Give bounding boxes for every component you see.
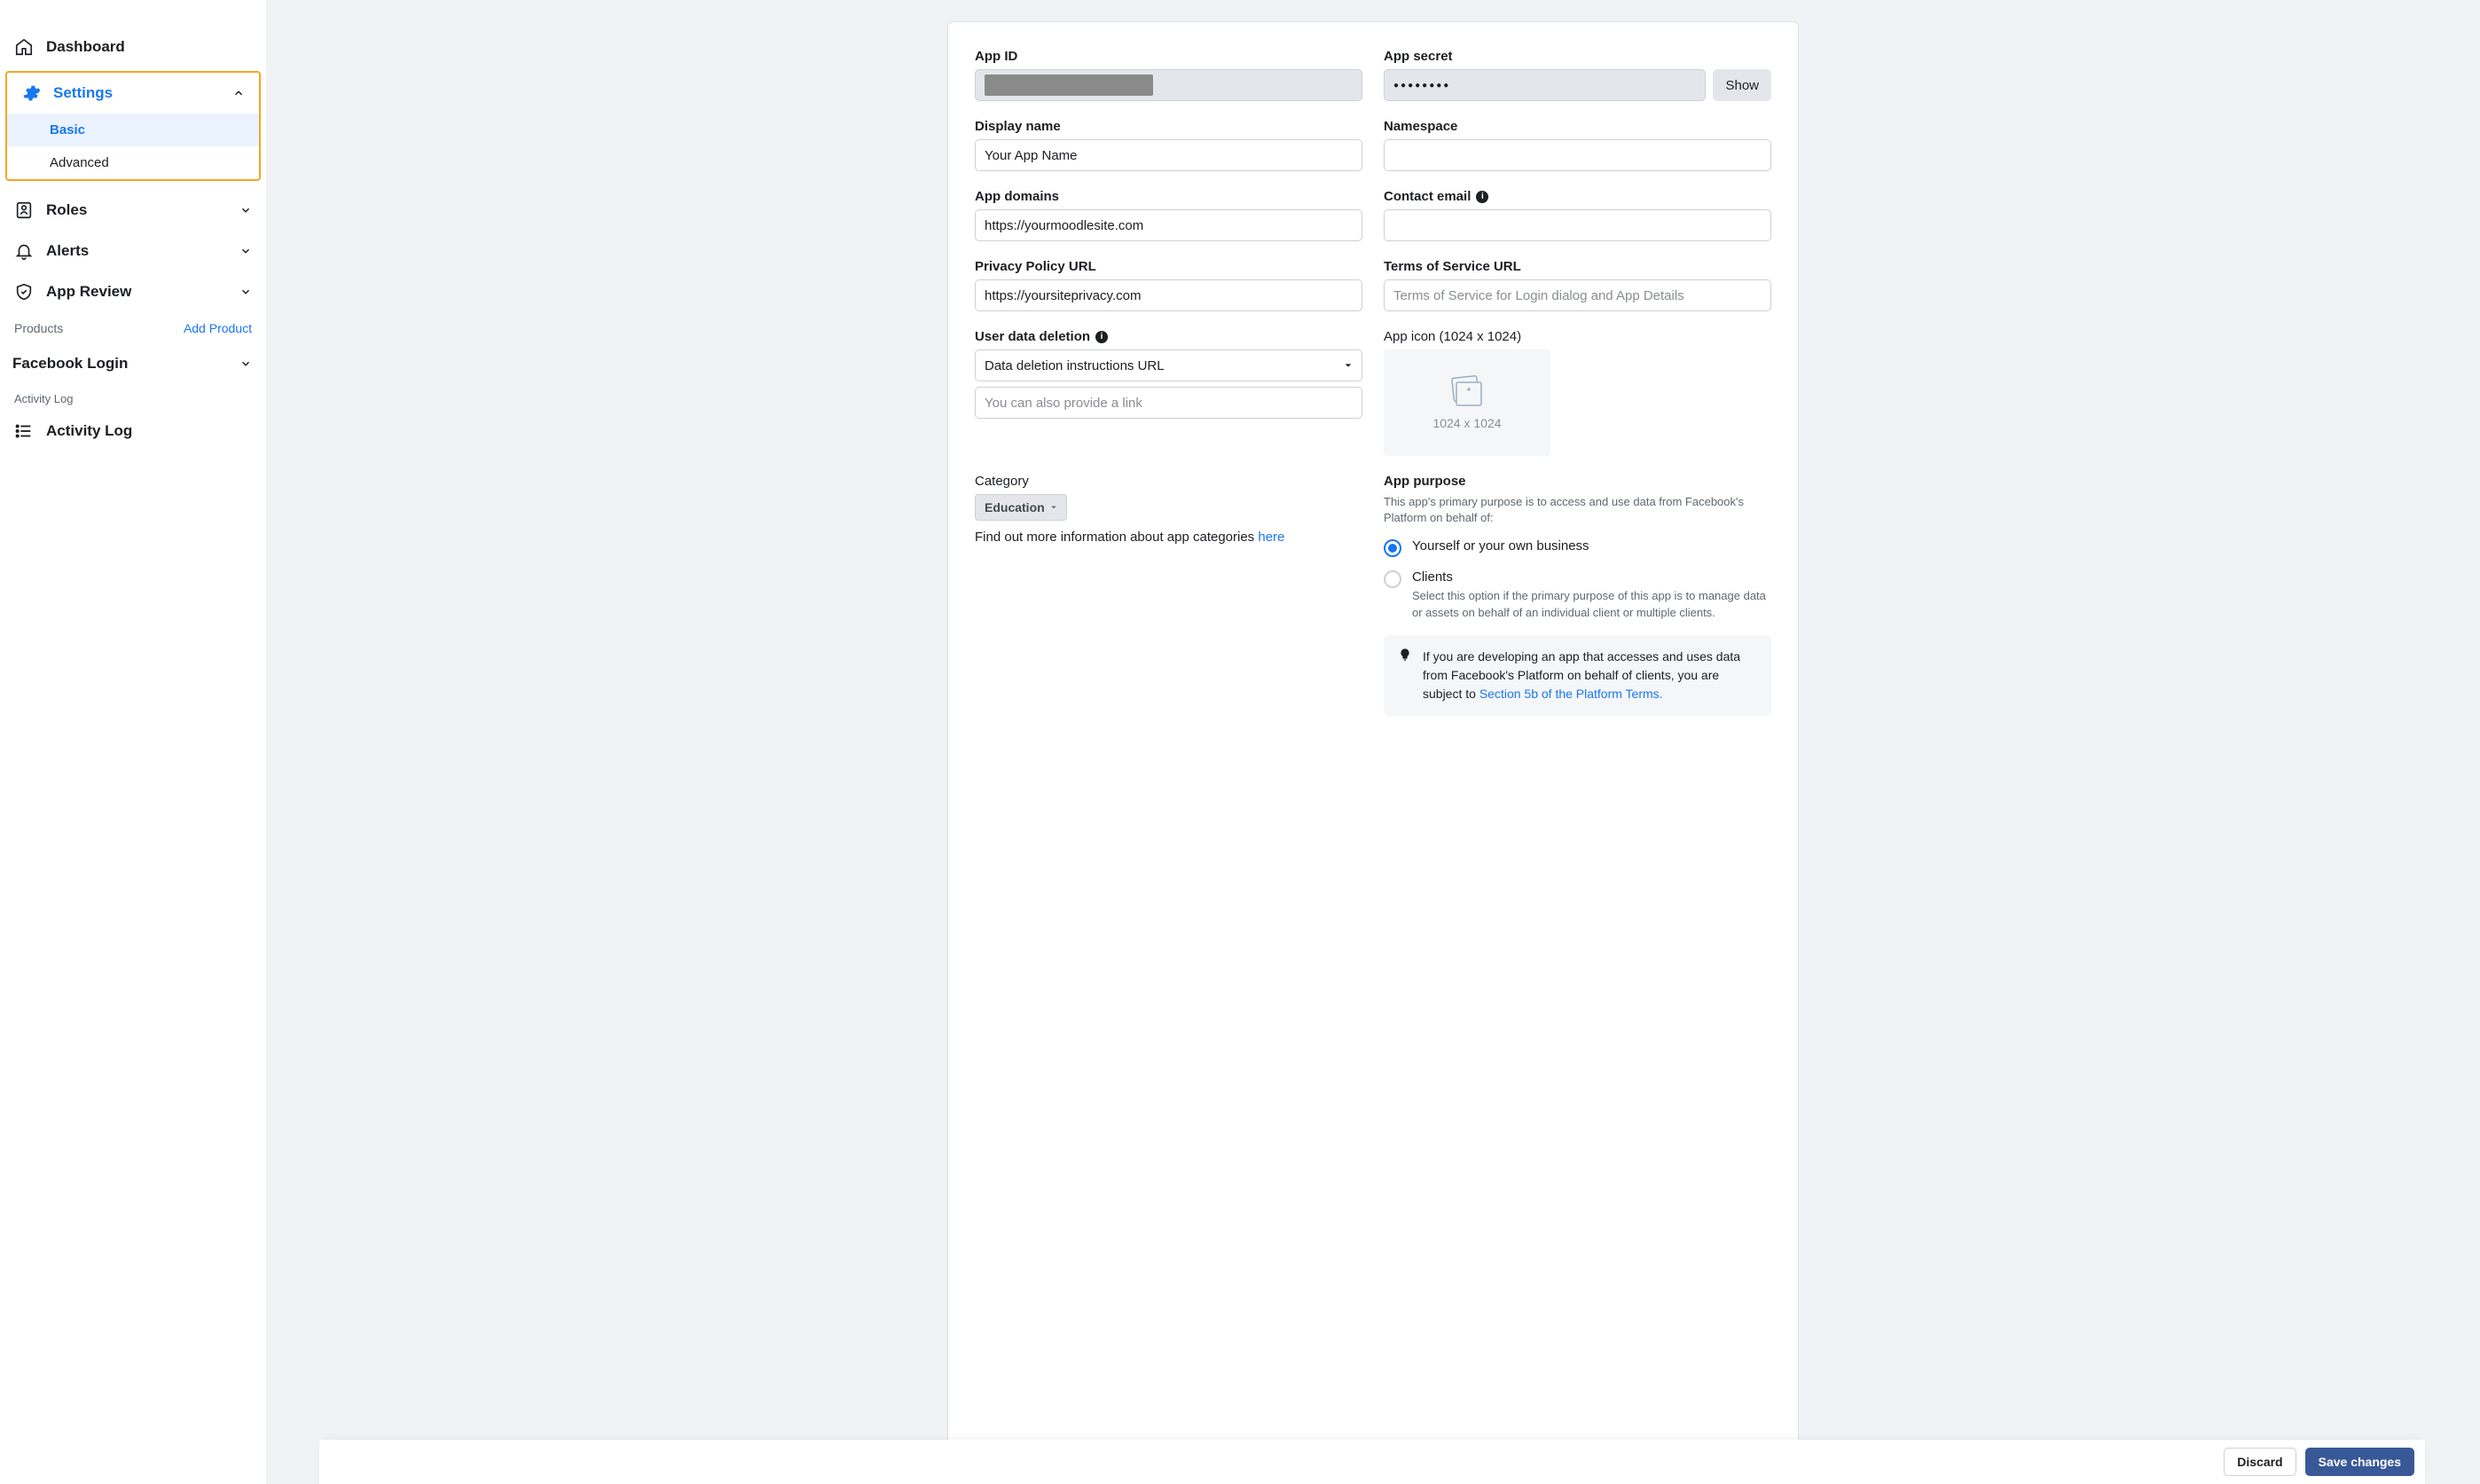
info-icon: i xyxy=(1095,331,1108,343)
tos-url-input[interactable] xyxy=(1384,279,1771,311)
main-content: App ID App secret ●●●●●●●● Show xyxy=(266,0,2480,1484)
chevron-down-icon xyxy=(239,286,252,298)
sidebar-item-settings[interactable]: Settings xyxy=(7,73,259,114)
sidebar-item-app-review[interactable]: App Review xyxy=(0,271,266,312)
sidebar-item-alerts[interactable]: Alerts xyxy=(0,231,266,271)
sidebar-subitem-basic[interactable]: Basic xyxy=(7,114,259,146)
sidebar-activity-log-header: Activity Log xyxy=(0,383,266,411)
caret-down-icon xyxy=(1050,504,1057,511)
radio-selected-icon[interactable] xyxy=(1384,539,1401,557)
list-icon xyxy=(14,421,34,441)
app-secret-value: ●●●●●●●● xyxy=(1384,69,1706,101)
namespace-input[interactable] xyxy=(1384,139,1771,171)
display-name-input[interactable] xyxy=(975,139,1362,171)
sidebar-item-label: Facebook Login xyxy=(12,355,128,373)
chevron-down-icon xyxy=(239,245,252,257)
sidebar-item-label: Dashboard xyxy=(46,38,125,56)
app-domains-label: App domains xyxy=(975,189,1362,204)
sidebar-item-label: Alerts xyxy=(46,242,89,260)
app-domains-input[interactable] xyxy=(975,209,1362,241)
chevron-up-icon xyxy=(232,87,245,99)
home-icon xyxy=(14,37,34,57)
sidebar-item-dashboard[interactable]: Dashboard xyxy=(0,27,266,67)
privacy-url-input[interactable] xyxy=(975,279,1362,311)
id-badge-icon xyxy=(14,200,34,220)
discard-button[interactable]: Discard xyxy=(2224,1448,2296,1476)
user-data-deletion-label: User data deletion i xyxy=(975,329,1362,344)
gear-icon xyxy=(21,83,41,103)
purpose-option-yourself[interactable]: Yourself or your own business xyxy=(1384,538,1771,557)
app-purpose-desc: This app's primary purpose is to access … xyxy=(1384,494,1771,526)
sidebar-item-label: App Review xyxy=(46,283,131,301)
tos-url-label: Terms of Service URL xyxy=(1384,259,1771,274)
settings-card: App ID App secret ●●●●●●●● Show xyxy=(947,21,1799,1484)
privacy-url-label: Privacy Policy URL xyxy=(975,259,1362,274)
save-button[interactable]: Save changes xyxy=(2305,1448,2414,1476)
app-id-value xyxy=(975,69,1362,101)
sidebar-item-activity-log[interactable]: Activity Log xyxy=(0,411,266,451)
category-here-link[interactable]: here xyxy=(1258,530,1284,545)
footer-action-bar: Discard Save changes xyxy=(319,1440,2425,1484)
image-plus-icon xyxy=(1448,375,1487,409)
display-name-label: Display name xyxy=(975,119,1362,134)
platform-terms-tip: If you are developing an app that access… xyxy=(1384,635,1771,716)
sidebar: Dashboard Settings Basic Advanced xyxy=(0,0,266,1484)
category-help-text: Find out more information about app cate… xyxy=(975,530,1362,545)
namespace-label: Namespace xyxy=(1384,119,1771,134)
radio-unselected-icon[interactable] xyxy=(1384,570,1401,588)
app-secret-label: App secret xyxy=(1384,49,1771,64)
purpose-option-clients[interactable]: Clients Select this option if the primar… xyxy=(1384,569,1771,620)
show-secret-button[interactable]: Show xyxy=(1713,69,1771,101)
sidebar-item-label: Settings xyxy=(53,84,113,102)
app-purpose-label: App purpose xyxy=(1384,474,1771,489)
lightbulb-icon xyxy=(1398,648,1412,703)
bell-icon xyxy=(14,241,34,261)
app-id-redacted xyxy=(985,75,1153,96)
chevron-down-icon xyxy=(239,204,252,216)
user-data-deletion-link-input[interactable] xyxy=(975,387,1362,419)
category-select[interactable]: Education xyxy=(975,494,1067,521)
platform-terms-link[interactable]: Section 5b of the Platform Terms. xyxy=(1479,687,1663,701)
sidebar-item-label: Roles xyxy=(46,201,87,219)
app-icon-label: App icon (1024 x 1024) xyxy=(1384,329,1771,344)
sidebar-item-label: Activity Log xyxy=(46,422,132,440)
app-icon-upload[interactable]: 1024 x 1024 xyxy=(1384,349,1550,456)
user-data-deletion-select[interactable]: Data deletion instructions URL xyxy=(975,349,1362,381)
app-id-label: App ID xyxy=(975,49,1362,64)
contact-email-label: Contact email i xyxy=(1384,189,1771,204)
sidebar-item-roles[interactable]: Roles xyxy=(0,190,266,231)
info-icon: i xyxy=(1476,191,1488,203)
caret-down-icon xyxy=(1344,361,1353,370)
add-product-link[interactable]: Add Product xyxy=(184,321,252,335)
sidebar-settings-group: Settings Basic Advanced xyxy=(5,71,261,181)
shield-check-icon xyxy=(14,282,34,302)
contact-email-input[interactable] xyxy=(1384,209,1771,241)
chevron-down-icon xyxy=(239,357,252,370)
sidebar-item-facebook-login[interactable]: Facebook Login xyxy=(0,344,266,383)
category-label: Category xyxy=(975,474,1362,489)
sidebar-subitem-advanced[interactable]: Advanced xyxy=(7,146,259,179)
sidebar-products-header: Products Add Product xyxy=(0,312,266,344)
